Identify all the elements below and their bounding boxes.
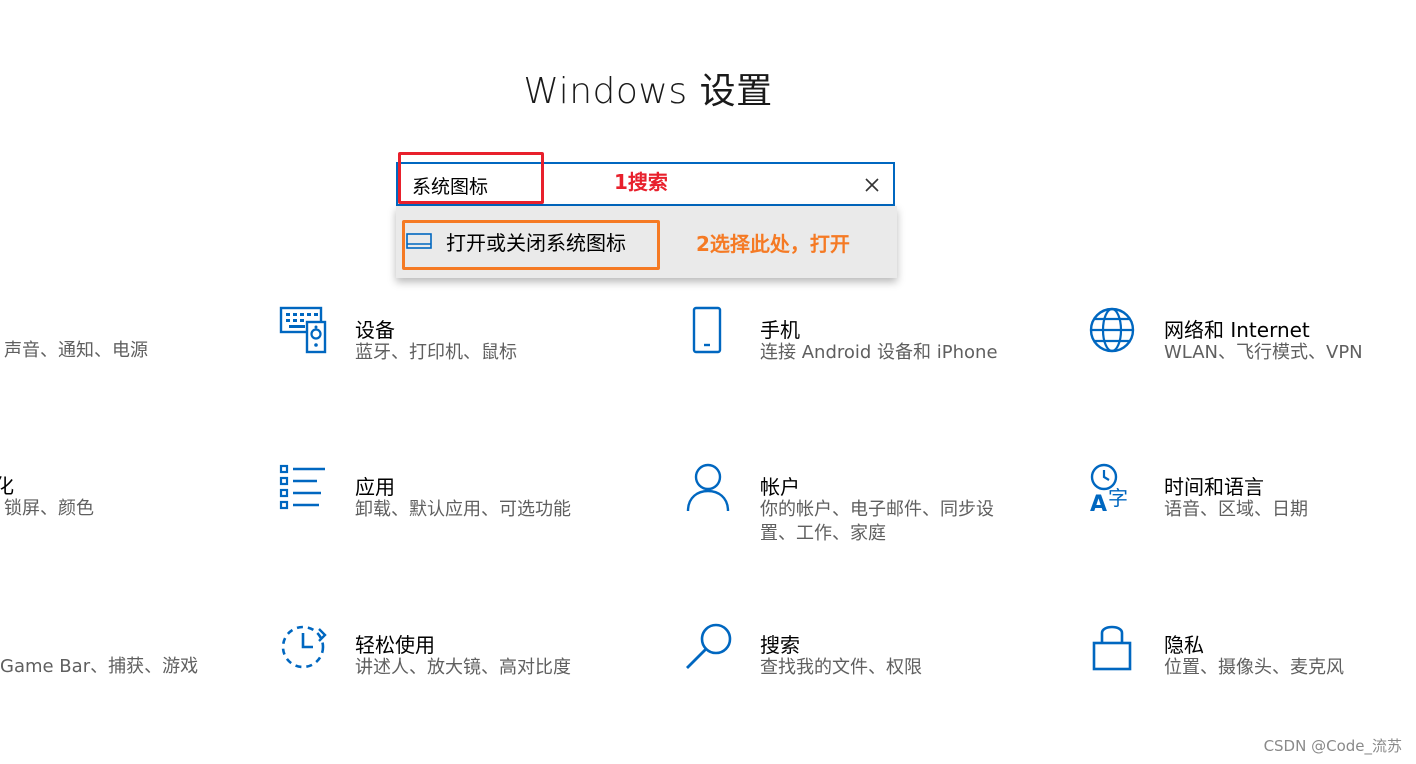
tile-title: 手机 (760, 318, 800, 342)
tile-desc-line2: 置、工作、家庭 (760, 523, 886, 544)
tile-title: 隐私 (1164, 633, 1204, 657)
annotation-box-search (398, 152, 544, 204)
partial-tile-desc-system: 声音、通知、电源 (4, 340, 148, 361)
tile-desc: 查找我的文件、权限 (760, 657, 922, 678)
ease-of-access-icon (281, 625, 327, 669)
partial-tile-desc-personalization: 锁屏、颜色 (4, 498, 94, 519)
tile-desc: 连接 Android 设备和 iPhone (760, 342, 998, 363)
annotation-step2: 2选择此处，打开 (696, 232, 850, 256)
phone-icon (692, 306, 722, 354)
tile-desc: 蓝牙、打印机、鼠标 (355, 342, 517, 363)
svg-text:A: A (1090, 492, 1107, 517)
tile-title: 应用 (355, 475, 395, 499)
tile-title: 轻松使用 (355, 633, 435, 657)
partial-tile-desc-gaming: Game Bar、捕获、游戏 (0, 656, 199, 677)
close-icon (865, 178, 879, 192)
tile-title: 网络和 Internet (1164, 318, 1310, 342)
tile-title: 搜索 (760, 633, 800, 657)
svg-text:字: 字 (1108, 486, 1128, 510)
tile-desc: 位置、摄像头、麦克风 (1164, 657, 1344, 678)
page-title: Windows 设置 (523, 71, 773, 112)
tile-desc: 讲述人、放大镜、高对比度 (355, 657, 571, 678)
clear-search-button[interactable] (859, 172, 885, 198)
tile-desc: WLAN、飞行模式、VPN (1164, 342, 1363, 363)
tile-title: 设备 (355, 318, 395, 342)
apps-list-icon (279, 464, 325, 510)
search-icon (686, 623, 732, 669)
person-icon (686, 463, 730, 512)
partial-tile-title-personalization: 化 (0, 474, 14, 498)
globe-icon (1089, 307, 1135, 353)
tile-desc: 你的帐户、电子邮件、同步设 置、工作、家庭 (760, 498, 994, 546)
tile-title: 帐户 (760, 475, 800, 499)
tile-title: 时间和语言 (1164, 475, 1264, 499)
annotation-box-suggestion (402, 220, 660, 270)
time-language-icon: A 字 (1090, 463, 1128, 517)
tile-desc-line1: 你的帐户、电子邮件、同步设 (760, 499, 994, 520)
annotation-step1: 1搜索 (614, 170, 668, 194)
tile-desc: 卸载、默认应用、可选功能 (355, 499, 571, 520)
tile-desc: 语音、区域、日期 (1164, 499, 1308, 520)
keyboard-speaker-icon (279, 306, 327, 354)
watermark: CSDN @Code_流苏 (1263, 737, 1402, 755)
lock-icon (1092, 625, 1132, 671)
